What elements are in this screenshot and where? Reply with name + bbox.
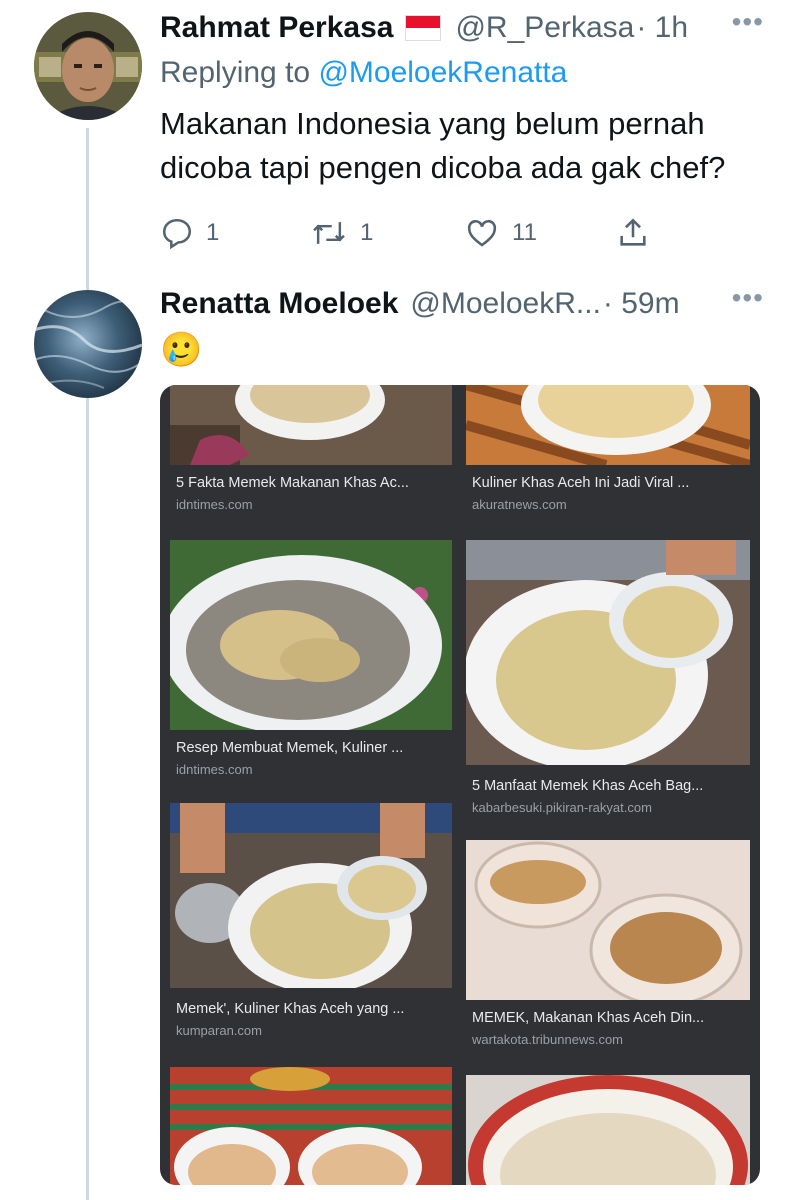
result-thumbnail [466, 1075, 750, 1185]
tweet-header: Renatta Moeloek @MoeloekR... · 59m ••• [160, 282, 764, 326]
replying-to-link[interactable]: @MoeloekRenatta [318, 56, 567, 89]
image-result[interactable]: Memek', Kuliner Khas Aceh yang ... kumpa… [170, 803, 452, 1043]
tweet-time[interactable]: · 59m [603, 287, 680, 321]
result-title[interactable]: MEMEK, Makanan Khas Aceh Din... [472, 1010, 752, 1026]
result-thumbnail [170, 803, 452, 988]
image-result[interactable]: 5 Fakta Memek Makanan Khas Ac... idntime… [170, 385, 452, 525]
tweet-text-line: Makanan Indonesia yang belum pernah [160, 106, 705, 141]
tweet-time[interactable]: · 1h [636, 11, 688, 45]
tweet-renatta[interactable]: Renatta Moeloek @MoeloekR... · 59m ••• 🥲 [160, 282, 764, 370]
reply-button[interactable]: 1 [160, 216, 310, 250]
like-count: 11 [512, 219, 537, 246]
result-source: kabarbesuki.pikiran-rakyat.com [472, 800, 652, 815]
share-icon [620, 218, 646, 246]
tweet-rahmat[interactable]: Rahmat Perkasa @R_Perkasa · 1h ••• Reply… [160, 6, 764, 250]
replying-prefix: Replying to [160, 56, 319, 89]
result-title[interactable]: Kuliner Khas Aceh Ini Jadi Viral ... [472, 475, 752, 491]
image-result[interactable] [170, 1067, 452, 1185]
result-title[interactable]: 5 Fakta Memek Makanan Khas Ac... [176, 475, 456, 491]
result-thumbnail [466, 385, 750, 465]
author-handle[interactable]: @R_Perkasa [455, 11, 634, 45]
reply-count: 1 [206, 219, 220, 246]
image-result[interactable] [466, 1075, 750, 1185]
image-result[interactable]: Resep Membuat Memek, Kuliner ... idntime… [170, 540, 452, 780]
result-source: idntimes.com [176, 762, 253, 777]
author-name[interactable]: Renatta Moeloek [160, 287, 398, 321]
tweet-text: Makanan Indonesia yang belum pernah dico… [160, 102, 764, 190]
result-title[interactable]: Memek', Kuliner Khas Aceh yang ... [176, 1001, 456, 1017]
retweet-icon [313, 222, 345, 244]
result-thumbnail [466, 840, 750, 1000]
author-handle[interactable]: @MoeloekR... [410, 287, 601, 321]
result-thumbnail [170, 385, 452, 465]
reply-icon [162, 218, 192, 250]
heart-icon [467, 220, 497, 247]
result-title[interactable]: Resep Membuat Memek, Kuliner ... [176, 740, 456, 756]
indonesia-flag-icon [405, 15, 442, 41]
result-source: akuratnews.com [472, 497, 567, 512]
like-button[interactable]: 11 [464, 216, 616, 250]
result-thumbnail [170, 1067, 452, 1185]
thread-line [86, 128, 89, 1200]
result-source: idntimes.com [176, 497, 253, 512]
image-result[interactable]: Kuliner Khas Aceh Ini Jadi Viral ... aku… [466, 385, 750, 525]
result-title[interactable]: 5 Manfaat Memek Khas Aceh Bag... [472, 778, 752, 794]
tweet-header: Rahmat Perkasa @R_Perkasa · 1h ••• [160, 6, 764, 50]
author-name[interactable]: Rahmat Perkasa [160, 11, 393, 45]
retweet-button[interactable]: 1 [310, 216, 464, 250]
image-result[interactable]: MEMEK, Makanan Khas Aceh Din... wartakot… [466, 840, 750, 1055]
tweet-text-line: dicoba tapi pengen dicoba ada gak chef? [160, 150, 726, 185]
result-thumbnail [170, 540, 452, 730]
result-source: wartakota.tribunnews.com [472, 1032, 624, 1047]
image-result[interactable]: 5 Manfaat Memek Khas Aceh Bag... kabarbe… [466, 540, 750, 820]
tweet-actions: 1 1 11 [160, 216, 764, 250]
result-source: kumparan.com [176, 1023, 262, 1038]
more-options-icon[interactable]: ••• [732, 282, 764, 314]
share-button[interactable] [616, 216, 662, 250]
retweet-count: 1 [360, 219, 374, 246]
more-options-icon[interactable]: ••• [732, 6, 764, 38]
image-search-screenshot[interactable]: 5 Fakta Memek Makanan Khas Ac... idntime… [160, 385, 760, 1185]
avatar-renatta[interactable] [34, 290, 142, 398]
result-thumbnail [466, 540, 750, 765]
avatar-rahmat[interactable] [34, 12, 142, 120]
replying-to: Replying to @MoeloekRenatta [160, 56, 764, 90]
tweet-emoji: 🥲 [160, 331, 203, 369]
